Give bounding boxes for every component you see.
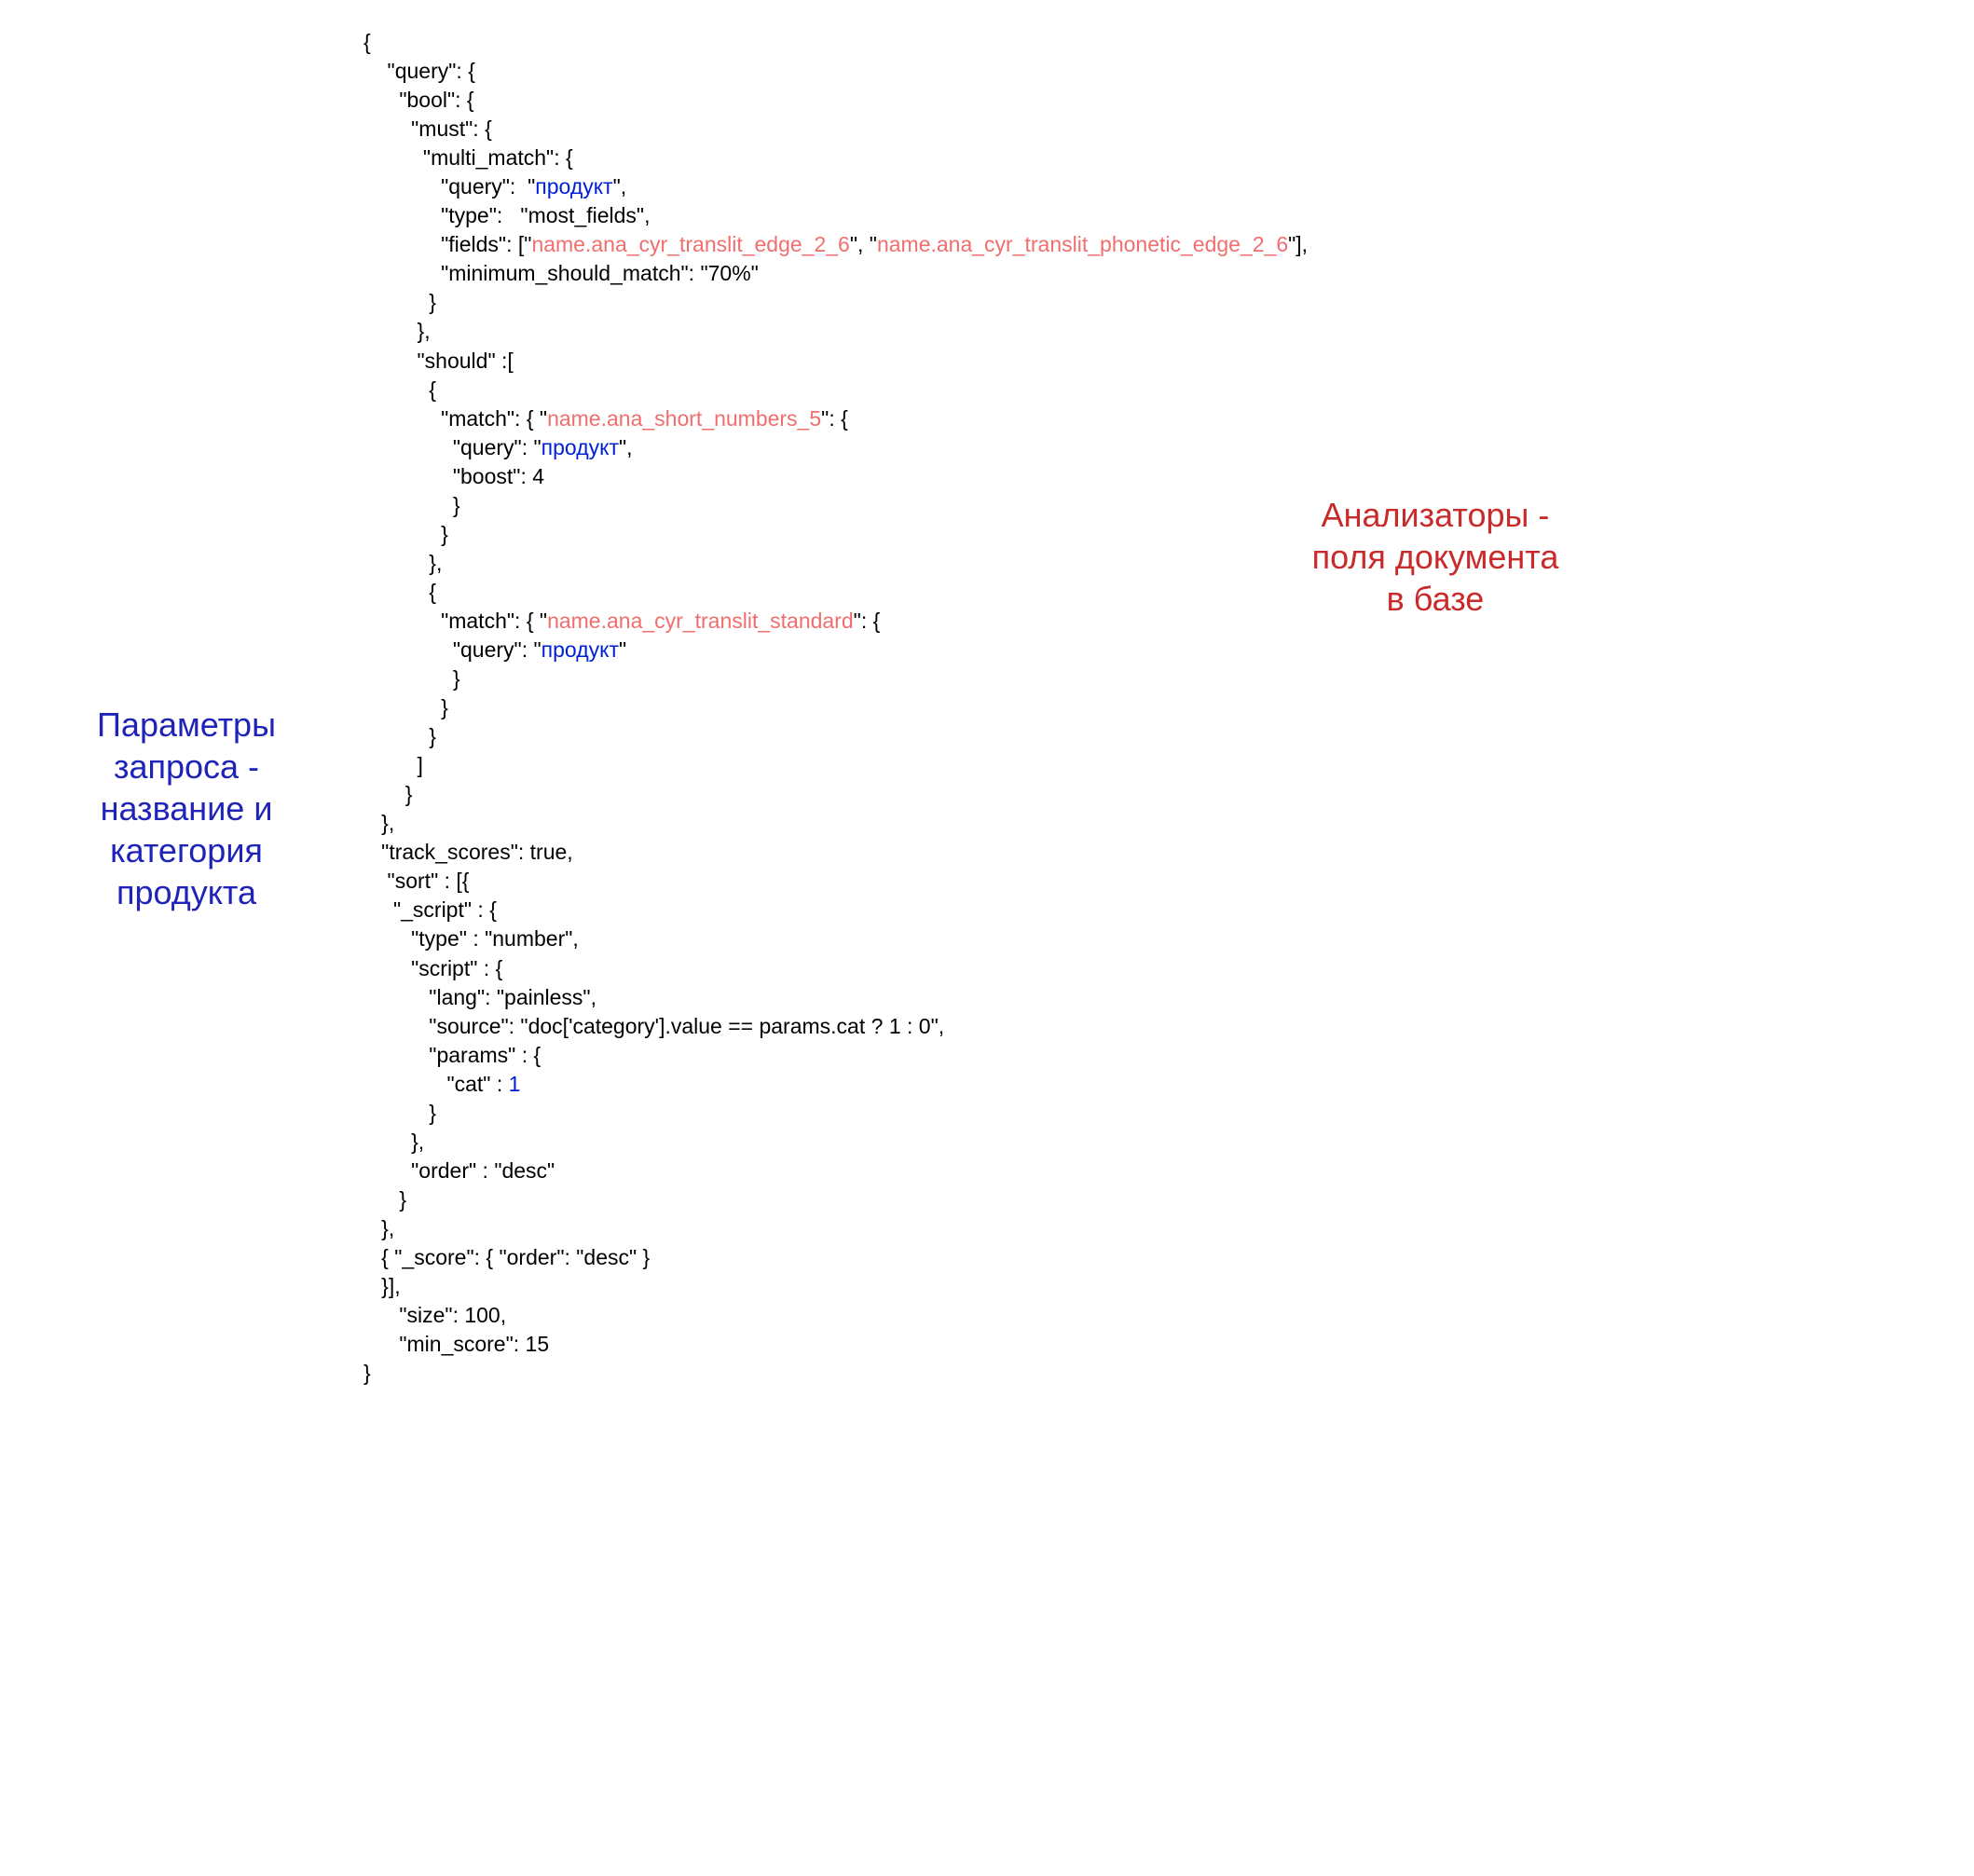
code-line: "bool": { (363, 88, 474, 112)
code-line: "multi_match": { (363, 145, 573, 170)
annot-right-line3: в базе (1387, 580, 1485, 618)
code-line: ", (613, 174, 627, 199)
code-line: }, (363, 319, 431, 343)
code-line: ", " (850, 232, 877, 256)
code-line: { (363, 580, 436, 604)
code-line: "query": " (363, 637, 541, 662)
code-line: { (363, 30, 371, 54)
query-value-highlight: продукт (535, 174, 612, 199)
code-line: "min_score": 15 (363, 1332, 549, 1356)
code-line: "type": "most_fields", (363, 203, 650, 227)
code-line: } (363, 724, 436, 748)
code-line: "fields": [" (363, 232, 531, 256)
code-line: } (363, 493, 460, 517)
code-line: "must": { (363, 116, 492, 141)
code-line: } (363, 1101, 436, 1125)
query-value-highlight: продукт (541, 637, 619, 662)
code-line: } (363, 695, 448, 719)
code-line: "cat" : (363, 1072, 509, 1096)
code-line: } (363, 290, 436, 314)
code-line: "script" : { (363, 956, 502, 980)
annot-left-line5: продукта (117, 873, 256, 911)
code-line: } (363, 782, 412, 806)
code-line: } (363, 522, 448, 546)
code-line: "_script" : { (363, 897, 497, 922)
annot-right-line2: поля документа (1312, 538, 1559, 576)
code-line: } (363, 666, 460, 691)
code-line: "match": { " (363, 406, 547, 431)
code-line: "type" : "number", (363, 926, 579, 951)
annot-left-line4: категория (110, 831, 263, 870)
code-line: "size": 100, (363, 1303, 506, 1327)
code-line: "query": " (363, 435, 541, 459)
code-line: }, (363, 1130, 424, 1154)
code-line: "boost": 4 (363, 464, 544, 488)
code-block: { "query": { "bool": { "must": { "multi_… (363, 28, 1308, 1388)
page-root: Параметры запроса - название и категория… (0, 0, 1974, 1876)
code-line: "match": { " (363, 609, 547, 633)
analyzer-field-highlight: name.ana_short_numbers_5 (547, 406, 821, 431)
annot-left-line3: название и (101, 789, 273, 828)
code-line: "], (1288, 232, 1308, 256)
code-line: ", (619, 435, 633, 459)
annotation-query-params: Параметры запроса - название и категория… (28, 704, 345, 913)
code-line: }], (363, 1274, 401, 1298)
code-line: { (363, 377, 436, 402)
cat-value-highlight: 1 (509, 1072, 521, 1096)
code-line: "track_scores": true, (363, 840, 573, 864)
code-line: "params" : { (363, 1043, 541, 1067)
annot-left-line2: запроса - (114, 747, 259, 786)
code-line: " (619, 637, 626, 662)
code-line: ": { (821, 406, 848, 431)
analyzer-field-highlight: name.ana_cyr_translit_edge_2_6 (531, 232, 849, 256)
code-line: "should" :[ (363, 349, 514, 373)
code-line: { "_score": { "order": "desc" } (363, 1245, 650, 1269)
code-line: }, (363, 1216, 394, 1240)
code-line: ] (363, 753, 423, 777)
code-line: "order" : "desc" (363, 1158, 555, 1183)
code-line: "lang": "painless", (363, 985, 596, 1009)
code-line: "sort" : [{ (363, 869, 469, 893)
code-line: "minimum_should_match": "70%" (363, 261, 759, 285)
code-line: }, (363, 811, 394, 835)
annot-right-line1: Анализаторы - (1322, 496, 1550, 534)
analyzer-field-highlight: name.ana_cyr_translit_standard (547, 609, 854, 633)
query-value-highlight: продукт (541, 435, 619, 459)
code-line: } (363, 1361, 371, 1385)
annot-left-line1: Параметры (97, 705, 276, 744)
code-line: } (363, 1187, 406, 1212)
code-line: "query": " (363, 174, 535, 199)
code-line: ": { (854, 609, 881, 633)
analyzer-field-highlight: name.ana_cyr_translit_phonetic_edge_2_6 (877, 232, 1288, 256)
code-line: "query": { (363, 59, 475, 83)
code-line: "source": "doc['category'].value == para… (363, 1014, 944, 1038)
code-line: }, (363, 551, 442, 575)
